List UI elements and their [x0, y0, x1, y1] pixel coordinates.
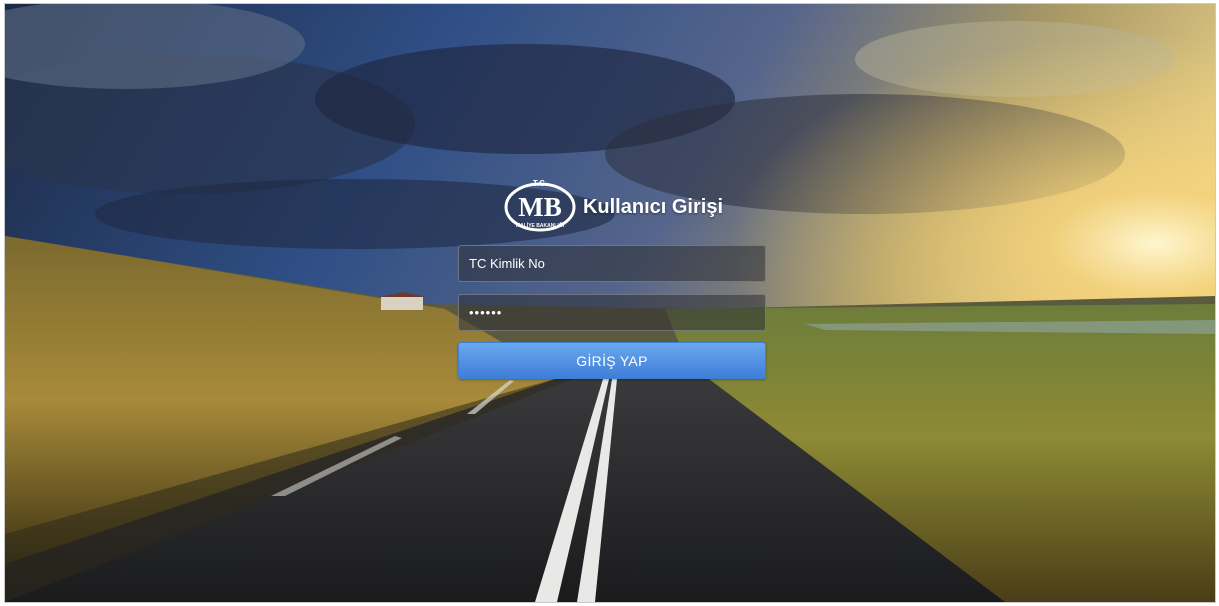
- password-input[interactable]: ••••••: [458, 294, 766, 331]
- page-title: Kullanıcı Girişi: [582, 195, 724, 218]
- login-button[interactable]: GİRİŞ YAP: [458, 342, 766, 379]
- svg-text:MB: MB: [518, 192, 562, 222]
- ministry-logo: T.C. MB MALİYE BAKANLIĞI: [504, 179, 576, 232]
- login-page: T.C. MB MALİYE BAKANLIĞI Kullanıcı Giriş…: [4, 3, 1216, 603]
- brand-header: T.C. MB MALİYE BAKANLIĞI Kullanıcı Giriş…: [457, 177, 767, 233]
- tc-kimlik-input[interactable]: TC Kimlik No: [458, 245, 766, 282]
- svg-text:T.C.: T.C.: [533, 179, 547, 188]
- login-form: T.C. MB MALİYE BAKANLIĞI Kullanıcı Giriş…: [457, 177, 767, 379]
- svg-text:MALİYE BAKANLIĞI: MALİYE BAKANLIĞI: [516, 221, 565, 229]
